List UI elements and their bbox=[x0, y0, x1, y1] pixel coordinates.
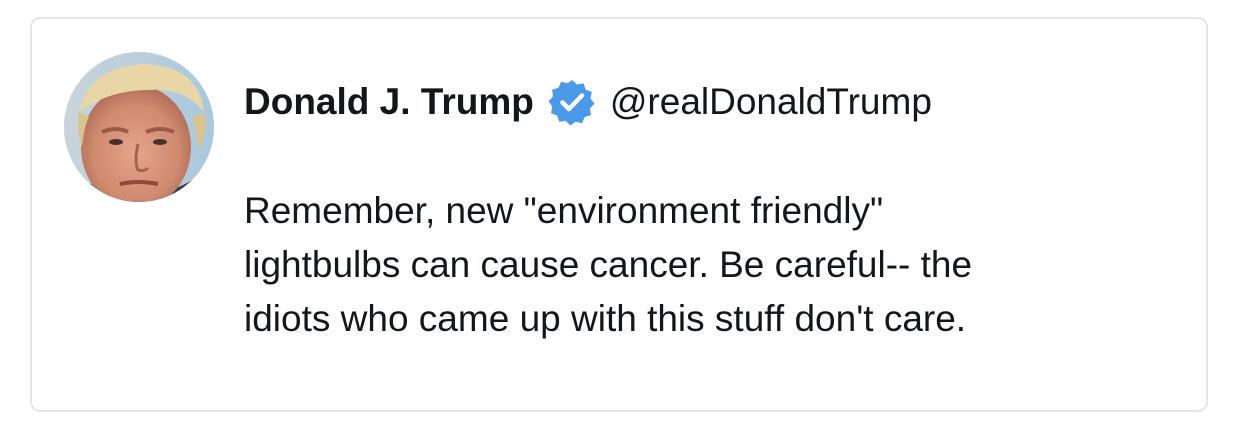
tweet-card: Donald J. Trump @realDonaldTrump Remembe… bbox=[30, 17, 1208, 412]
tweet-text-line: lightbulbs can cause cancer. Be careful-… bbox=[244, 244, 973, 285]
verified-badge-icon bbox=[548, 78, 596, 126]
tweet-text-line: Remember, new "environment friendly" bbox=[244, 190, 884, 231]
tweet-text: Remember, new "environment friendly" lig… bbox=[244, 184, 1144, 346]
tweet-text-line: idiots who came up with this stuff don't… bbox=[244, 298, 967, 339]
user-handle[interactable]: @realDonaldTrump bbox=[610, 81, 932, 123]
avatar[interactable] bbox=[64, 52, 214, 202]
tweet-header: Donald J. Trump @realDonaldTrump bbox=[244, 77, 932, 127]
display-name[interactable]: Donald J. Trump bbox=[244, 81, 534, 123]
avatar-photo bbox=[64, 52, 214, 202]
